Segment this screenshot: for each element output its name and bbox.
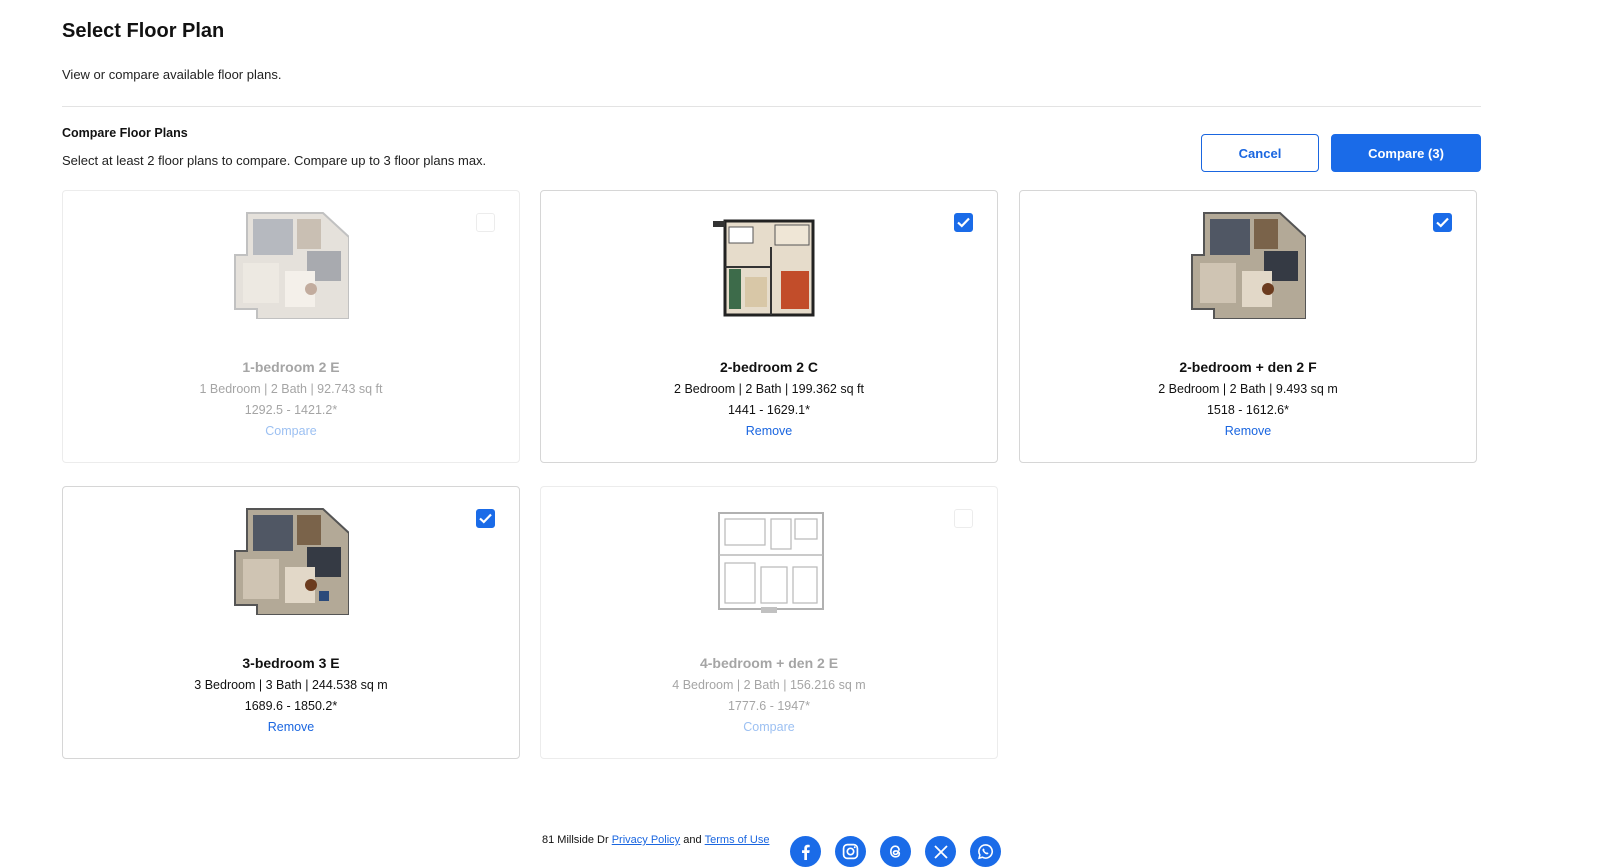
plan-specs: 2 Bedroom | 2 Bath | 199.362 sq ft — [674, 382, 864, 396]
plan-price: 1292.5 - 1421.2* — [244, 403, 338, 417]
plan-price: 1777.6 - 1947* — [727, 699, 810, 713]
select-checkbox[interactable] — [1433, 213, 1452, 232]
plan-price: 1441 - 1629.1* — [727, 403, 810, 417]
floor-plan-image — [234, 212, 349, 319]
whatsapp-icon[interactable] — [970, 836, 1001, 867]
plan-name: 4-bedroom + den 2 E — [699, 655, 839, 671]
plan-name: 2-bedroom + den 2 F — [1179, 359, 1317, 375]
terms-of-use-link[interactable]: Terms of Use — [705, 834, 770, 846]
plan-name: 3-bedroom 3 E — [242, 655, 340, 671]
select-checkbox[interactable] — [476, 509, 495, 528]
check-icon — [479, 513, 492, 524]
footer: 81 Millside Dr Privacy Policy and Terms … — [542, 834, 769, 846]
compare-button[interactable]: Compare (3) — [1331, 134, 1481, 172]
plan-price: 1689.6 - 1850.2* — [244, 699, 338, 713]
floor-plan-image — [234, 508, 349, 615]
divider — [62, 106, 1481, 107]
plan-specs: 2 Bedroom | 2 Bath | 9.493 sq m — [1158, 382, 1338, 396]
footer-address: 81 Millside Dr — [542, 834, 609, 846]
select-checkbox[interactable] — [954, 509, 973, 528]
facebook-icon[interactable] — [790, 836, 821, 867]
floor-plan-card[interactable]: 1-bedroom 2 E 1 Bedroom | 2 Bath | 92.74… — [62, 190, 520, 463]
page-title: Select Floor Plan — [62, 20, 225, 42]
instagram-icon[interactable] — [835, 836, 866, 867]
remove-link[interactable]: Remove — [1020, 424, 1476, 438]
plan-price: 1518 - 1612.6* — [1206, 403, 1289, 417]
compare-link[interactable]: Compare — [63, 424, 519, 438]
plan-specs: 3 Bedroom | 3 Bath | 244.538 sq m — [194, 678, 388, 692]
plan-name: 2-bedroom 2 C — [719, 359, 818, 375]
cancel-button[interactable]: Cancel — [1201, 134, 1319, 172]
privacy-policy-link[interactable]: Privacy Policy — [612, 834, 680, 846]
footer-and-text: and — [683, 834, 702, 846]
plan-specs: 1 Bedroom | 2 Bath | 92.743 sq ft — [199, 382, 383, 396]
select-checkbox[interactable] — [476, 213, 495, 232]
page-subtitle: View or compare available floor plans. — [62, 67, 282, 82]
floor-plan-image — [713, 219, 815, 317]
plan-specs: 4 Bedroom | 2 Bath | 156.216 sq m — [672, 678, 866, 692]
compare-link[interactable]: Compare — [541, 720, 997, 734]
floor-plan-image — [718, 512, 824, 613]
floor-plan-card[interactable]: 2-bedroom 2 C 2 Bedroom | 2 Bath | 199.3… — [540, 190, 998, 463]
floor-plan-card[interactable]: 2-bedroom + den 2 F 2 Bedroom | 2 Bath |… — [1019, 190, 1477, 463]
x-icon[interactable] — [925, 836, 956, 867]
check-icon — [1436, 217, 1449, 228]
remove-link[interactable]: Remove — [63, 720, 519, 734]
floor-plan-card[interactable]: 3-bedroom 3 E 3 Bedroom | 3 Bath | 244.5… — [62, 486, 520, 759]
select-checkbox[interactable] — [954, 213, 973, 232]
floor-plan-image — [1191, 212, 1306, 319]
check-icon — [957, 217, 970, 228]
compare-section-subtitle: Select at least 2 floor plans to compare… — [62, 153, 487, 168]
compare-section-title: Compare Floor Plans — [62, 126, 188, 140]
remove-link[interactable]: Remove — [541, 424, 997, 438]
social-links — [790, 836, 1001, 867]
plan-name: 1-bedroom 2 E — [242, 359, 340, 375]
threads-icon[interactable] — [880, 836, 911, 867]
floor-plan-card[interactable]: 4-bedroom + den 2 E 4 Bedroom | 2 Bath |… — [540, 486, 998, 759]
